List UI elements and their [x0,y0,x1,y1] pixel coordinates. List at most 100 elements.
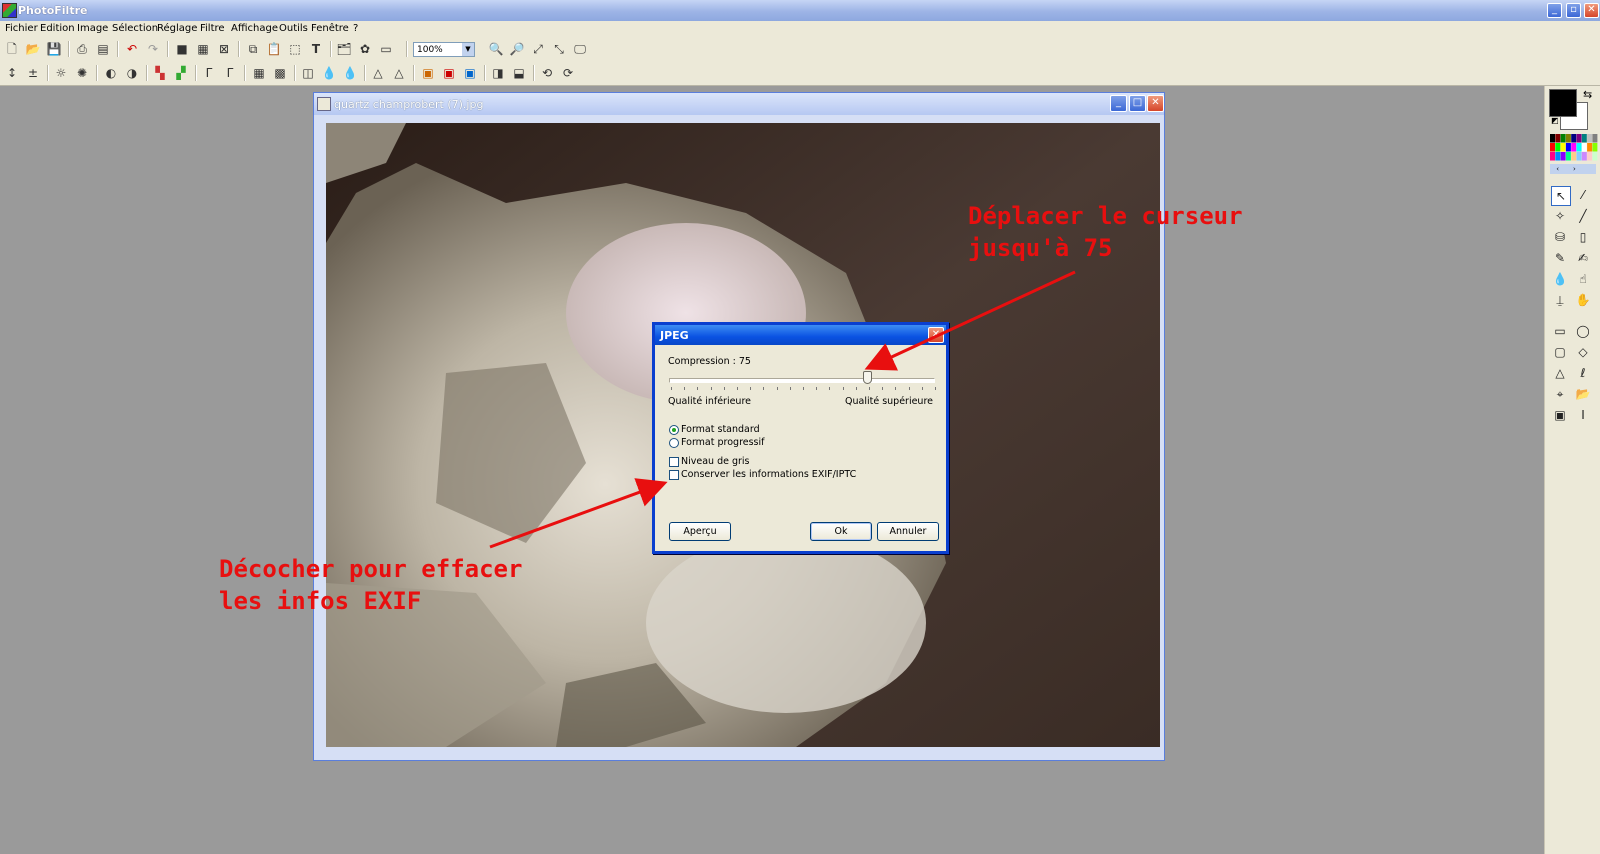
close-dialog-button[interactable]: ✕ [928,327,944,343]
polygon-selection-icon[interactable]: ⌖ [1551,385,1569,403]
blur-tool-icon[interactable]: 💧 [1551,270,1569,288]
grayscale-checkbox[interactable] [669,457,679,467]
palette-color-cell[interactable] [1555,152,1561,161]
palette-color-cell[interactable] [1555,143,1561,152]
stamp-tool-icon[interactable]: ⍊ [1551,291,1569,309]
palette-color-cell[interactable] [1581,134,1587,143]
transparency-icon[interactable]: ⊠ [216,41,232,57]
pointer-tool-icon[interactable]: ↖ [1551,186,1571,206]
rotate-right-icon[interactable]: ⟳ [560,65,576,81]
magic-wand-tool-icon[interactable]: ✧ [1551,207,1569,225]
palette-color-cell[interactable] [1581,143,1587,152]
undo-icon[interactable]: ↶ [124,41,140,57]
format-standard-radio[interactable] [669,425,679,435]
palette-color-cell[interactable] [1560,134,1566,143]
menu-edition[interactable]: Edition [40,23,75,34]
palette-color-cell[interactable] [1565,152,1571,161]
menu-fichier[interactable]: Fichier [5,23,38,34]
app-title-bar[interactable]: PhotoFiltre _ ▫ ✕ [0,0,1600,21]
minimize-app-button[interactable]: _ [1547,3,1562,18]
image-frame-icon[interactable]: ▣ [462,65,478,81]
contrast-up-icon[interactable]: ◑ [124,65,140,81]
mosaic-filter-icon[interactable]: ▩ [272,65,288,81]
fill-tool-icon[interactable]: ⛁ [1551,228,1569,246]
fullscreen-icon[interactable]: 🖵 [572,41,588,57]
diamond-selection-icon[interactable]: ◇ [1574,343,1592,361]
auto-levels-icon[interactable]: ↕ [4,65,20,81]
spray-tool-icon[interactable]: ▯ [1574,228,1592,246]
brush-tool-icon[interactable]: ✎ [1551,249,1569,267]
auto-contrast-icon[interactable]: ± [25,65,41,81]
rectangle-selection-icon[interactable]: ▭ [1551,322,1569,340]
hand-tool-icon[interactable]: ✋ [1574,291,1592,309]
close-document-button[interactable]: ✕ [1147,95,1164,112]
reset-colors-icon[interactable]: ◩ [1551,116,1559,125]
palette-color-cell[interactable] [1587,152,1593,161]
triangle-selection-icon[interactable]: △ [1551,364,1569,382]
flip-vertical-icon[interactable]: ⬓ [511,65,527,81]
palette-color-cell[interactable] [1550,152,1555,161]
palette-color-cell[interactable] [1565,143,1571,152]
minimize-document-button[interactable]: _ [1110,95,1127,112]
compression-slider-thumb[interactable] [863,371,872,384]
fit-window-icon[interactable]: ⤢ [530,41,546,57]
maximize-document-button[interactable]: □ [1129,95,1146,112]
palette-color-cell[interactable] [1560,152,1566,161]
preview-button[interactable]: Aperçu [669,522,731,541]
actual-size-icon[interactable]: ⤡ [551,41,567,57]
open-shape-icon[interactable]: 📂 [1574,385,1592,403]
menu-help[interactable]: ? [353,23,358,34]
redo-icon[interactable]: ↷ [145,41,161,57]
menu-outils[interactable]: Outils [279,23,308,34]
new-file-icon[interactable]: 🗋 [4,41,20,57]
zoom-in-icon[interactable]: 🔍 [488,41,504,57]
close-app-button[interactable]: ✕ [1584,3,1599,18]
restore-app-button[interactable]: ▫ [1566,3,1581,18]
menu-image[interactable]: Image [77,23,108,34]
zoom-out-icon[interactable]: 🔎 [509,41,525,57]
text-tool-icon[interactable]: T [308,41,324,57]
palette-color-cell[interactable] [1576,134,1582,143]
palette-color-cell[interactable] [1576,152,1582,161]
format-progressive-radio[interactable] [669,438,679,448]
save-icon[interactable]: 💾 [46,41,62,57]
brightness-up-icon[interactable]: ✺ [74,65,90,81]
menu-affichage[interactable]: Affichage [231,23,278,34]
menu-filtre[interactable]: Filtre [200,23,225,34]
palette-color-cell[interactable] [1592,134,1598,143]
palette-color-cell[interactable] [1550,143,1555,152]
ok-button[interactable]: Ok [810,522,872,541]
zoom-select[interactable]: 100% ▼ [413,42,475,57]
format-standard-label[interactable]: Format standard [681,424,760,435]
advanced-brush-tool-icon[interactable]: ✍ [1574,249,1592,267]
brightness-down-icon[interactable]: ☼ [53,65,69,81]
cancel-button[interactable]: Annuler [877,522,939,541]
flip-horizontal-icon[interactable]: ◨ [490,65,506,81]
palette-color-cell[interactable] [1571,152,1577,161]
copy-icon[interactable]: ⧉ [245,41,261,57]
print-icon[interactable]: ⎙ [74,41,90,57]
format-progressive-label[interactable]: Format progressif [681,437,765,448]
palette-color-cell[interactable] [1592,143,1598,152]
blur-icon[interactable]: ◫ [300,65,316,81]
grayscale-label[interactable]: Niveau de gris [681,456,750,467]
palette-color-cell[interactable] [1571,134,1577,143]
soften-icon[interactable]: 💧 [321,65,337,81]
menu-fenetre[interactable]: Fenêtre [311,23,349,34]
ellipse-selection-icon[interactable]: ◯ [1574,322,1592,340]
finger-tool-icon[interactable]: ☝ [1574,270,1592,288]
scan-icon[interactable]: ▤ [95,41,111,57]
foreground-color-swatch[interactable] [1549,89,1577,117]
text-mask-icon[interactable]: Ⅰ [1574,406,1592,424]
explorer-icon[interactable]: 🗂 [336,41,352,57]
menu-reglage[interactable]: Réglage [157,23,197,34]
saturation-down-icon[interactable]: ▚ [152,65,168,81]
menu-selection[interactable]: Sélection [112,23,158,34]
open-file-icon[interactable]: 📂 [25,41,41,57]
palette-color-cell[interactable] [1571,143,1577,152]
rounded-rect-selection-icon[interactable]: ▢ [1551,343,1569,361]
lasso-selection-icon[interactable]: ℓ [1574,364,1592,382]
swap-colors-icon[interactable]: ⇆ [1583,88,1592,101]
palette-color-cell[interactable] [1565,134,1571,143]
palette-color-cell[interactable] [1550,134,1555,143]
